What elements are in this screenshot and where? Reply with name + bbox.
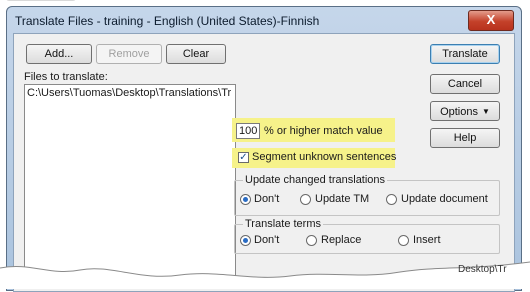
terms-replace-radio[interactable]	[306, 235, 317, 246]
options-button[interactable]: Options ▼	[430, 101, 500, 121]
help-button[interactable]: Help	[430, 128, 500, 148]
files-list[interactable]: C:\Users\Tuomas\Desktop\Translations\Tr	[24, 84, 236, 286]
update-dont-label: Don't	[254, 193, 280, 205]
terms-dont-label: Don't	[254, 234, 280, 246]
files-to-translate-label: Files to translate:	[24, 71, 108, 83]
update-tm-label: Update TM	[315, 193, 370, 205]
translate-button[interactable]: Translate	[430, 44, 500, 64]
bottom-path-fragment: Desktop\Tr	[458, 264, 507, 275]
terms-dont-radio[interactable]	[240, 235, 251, 246]
update-group-title: Update changed translations	[243, 174, 388, 186]
update-document-radio[interactable]	[386, 194, 397, 205]
segment-unknown-label: Segment unknown sentences	[252, 151, 397, 163]
clear-button[interactable]: Clear	[166, 44, 226, 64]
update-dont-radio[interactable]	[240, 194, 251, 205]
add-button[interactable]: Add...	[26, 44, 92, 64]
terms-insert-label: Insert	[413, 234, 441, 246]
terms-replace-label: Replace	[321, 234, 362, 246]
terms-insert-radio[interactable]	[398, 235, 409, 246]
segment-unknown-checkbox[interactable]: ✓	[238, 152, 249, 163]
terms-group-title: Translate terms	[243, 218, 324, 230]
match-value-input[interactable]: 100	[236, 123, 260, 139]
close-button[interactable]: X	[468, 10, 514, 31]
update-tm-radio[interactable]	[300, 194, 311, 205]
remove-button[interactable]: Remove	[96, 44, 162, 64]
match-value-suffix: % or higher match value	[264, 125, 383, 137]
cancel-button[interactable]: Cancel	[430, 74, 500, 94]
update-document-label: Update document	[401, 193, 488, 205]
cropped-fragment	[6, 0, 76, 1]
options-label: Options	[440, 106, 478, 118]
dropdown-arrow-icon: ▼	[482, 107, 490, 116]
dialog-title: Translate Files - training - English (Un…	[15, 14, 320, 28]
list-item[interactable]: C:\Users\Tuomas\Desktop\Translations\Tr	[27, 87, 231, 99]
